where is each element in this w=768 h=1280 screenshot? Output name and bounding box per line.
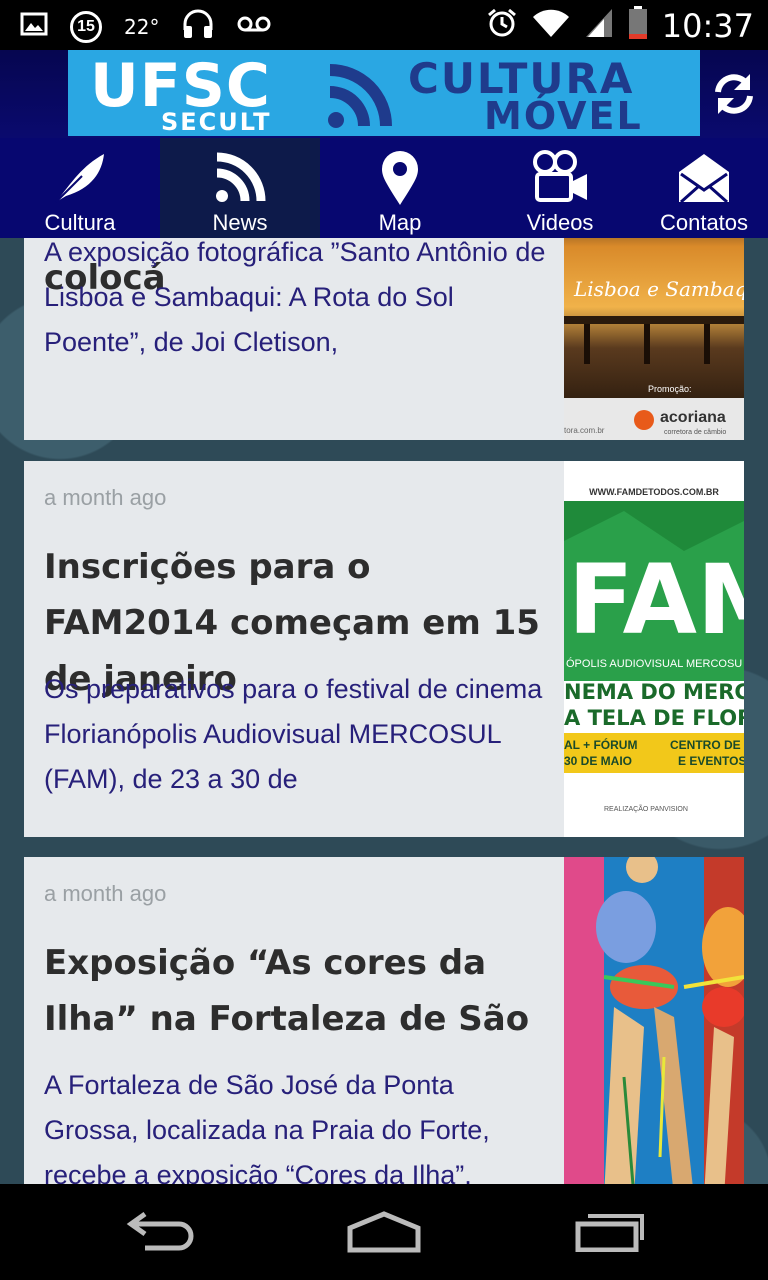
banner-secult-text: SECULT [161,108,272,136]
tab-label: News [212,210,268,235]
back-icon [126,1212,194,1251]
tab-videos[interactable]: Videos [480,138,640,238]
news-thumbnail [564,857,744,1184]
refresh-icon [715,74,753,114]
thumb-url: tora.com.br [564,426,605,435]
voicemail-icon [237,14,271,39]
thumb-line: 30 DE MAIO [564,754,632,768]
tab-contatos[interactable]: Contatos [640,138,768,238]
recent-apps-icon [575,1214,644,1252]
thumb-footer: REALIZAÇÃO PANVISION [604,804,688,813]
home-button[interactable] [334,1204,434,1260]
thumb-line: ÓPOLIS AUDIOVISUAL MERCOSU [566,657,742,670]
news-description: A Fortaleza de São José da Ponta Grossa,… [44,1070,490,1184]
news-card[interactable]: a month ago Inscrições para o FAM2014 co… [24,461,744,837]
system-nav-bar [0,1184,768,1280]
battery-icon [628,6,648,45]
tab-label: Contatos [659,210,749,235]
envelope-icon [677,148,731,208]
picture-notification-icon [20,10,48,43]
rss-icon [210,148,270,208]
news-thumbnail: WWW.FAMDETODOS.COM.BR FAM ÓPOLIS AUDIOVI… [564,461,744,837]
banner-ufsc-text: UFSC [90,51,271,121]
tab-label: Map [378,210,422,235]
tab-label: Videos [526,210,594,235]
back-button[interactable] [110,1204,210,1260]
tab-news[interactable]: News [160,138,320,238]
refresh-button[interactable] [700,50,768,138]
tab-cultura[interactable]: Cultura [0,138,160,238]
recent-apps-button[interactable] [560,1204,660,1260]
clock-text: 10:37 [661,6,754,45]
news-description: Os preparativos para o festival de cinem… [44,674,543,794]
thumb-line: NEMA DO MERCO [564,680,744,704]
tab-map[interactable]: Map [320,138,480,238]
tab-label: Cultura [44,210,116,235]
signal-icon [584,7,614,44]
thumb-sponsor-sub: corretora de câmbio [664,429,726,436]
thumb-url: WWW.FAMDETODOS.COM.BR [589,487,719,497]
news-time: a month ago [44,881,167,906]
news-thumbnail: Lisboa e Sambaqui Promoção: acoriana cor… [564,238,744,440]
tab-bar: Cultura News Map Videos Contatos [0,138,768,238]
thumb-line: E EVENTOS [678,754,744,768]
thumb-line: A TELA DE FLORI [564,706,744,730]
rss-logo-icon [320,56,400,136]
thumb-caption: Lisboa e Sambaqui [573,277,744,301]
map-pin-icon [370,148,430,208]
banner-movel-text: MÓVEL [484,94,643,136]
news-card[interactable]: Rota do Sol Poente" colocá A exposição f… [24,238,744,440]
feather-icon [50,148,110,208]
wifi-icon [532,7,570,44]
news-card[interactable]: a month ago Exposição “As cores da Ilha”… [24,857,744,1184]
calendar-badge-icon: 15 [70,10,102,43]
news-title: Exposição “As cores da Ilha” na Fortalez… [44,943,530,1039]
app-header: UFSC SECULT CULTURA MÓVEL [0,50,768,138]
thumb-line: AL + FÓRUM [564,737,637,752]
thumb-line: CENTRO DE C [670,738,744,752]
banner-logo: UFSC SECULT CULTURA MÓVEL [68,50,700,136]
thumb-sponsor: acoriana [660,409,726,426]
news-description: A exposição fotográfica ”Santo Antônio d… [44,238,546,357]
home-icon [347,1211,421,1253]
video-camera-icon [530,148,590,208]
headphones-icon [181,8,215,45]
news-list[interactable]: Rota do Sol Poente" colocá A exposição f… [0,238,768,1184]
thumb-big: FAM [568,544,744,656]
news-time: a month ago [44,485,167,510]
alarm-icon [486,7,518,44]
status-bar: 15 22° 10:37 [0,0,768,50]
thumb-promo: Promoção: [648,384,692,394]
temperature-text: 22° [124,14,160,39]
